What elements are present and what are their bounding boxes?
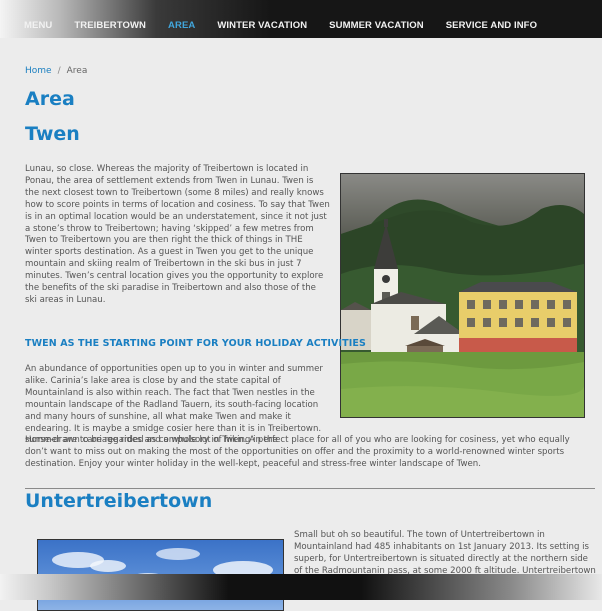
- nav-item-winter-vacation[interactable]: WINTER VACATION: [217, 20, 307, 36]
- church-village-illustration: [341, 174, 584, 417]
- twen-paragraph: Lunau, so close. Whereas the majority of…: [25, 164, 330, 305]
- section-title-untertreibertown: Untertreibertown: [25, 490, 213, 512]
- top-navigation-bar: MENU TREIBERTOWN AREA WINTER VACATION SU…: [0, 0, 602, 38]
- breadcrumb-separator: /: [57, 66, 61, 76]
- nav-item-service-and-info[interactable]: SERVICE AND INFO: [446, 20, 537, 36]
- section-heading-starting-point: TWEN AS THE STARTING POINT FOR YOUR HOLI…: [25, 338, 366, 349]
- section-title-twen: Twen: [25, 123, 80, 145]
- bottom-fade-overlay: [0, 574, 602, 600]
- breadcrumb-current: Area: [66, 66, 88, 76]
- nav-menu: MENU TREIBERTOWN AREA WINTER VACATION SU…: [24, 20, 537, 36]
- section-divider: [25, 488, 595, 489]
- breadcrumb: Home / Area: [25, 66, 87, 76]
- breadcrumb-home-link[interactable]: Home: [25, 66, 52, 76]
- starting-point-paragraph-b: summer are to be regarded as compulsory …: [25, 435, 570, 469]
- church-village-photo: [340, 173, 585, 418]
- nav-item-menu[interactable]: MENU: [24, 20, 52, 36]
- nav-item-treibertown[interactable]: TREIBERTOWN: [74, 20, 146, 36]
- nav-item-summer-vacation[interactable]: SUMMER VACATION: [329, 20, 424, 36]
- page-title: Area: [25, 88, 75, 110]
- nav-item-area[interactable]: AREA: [168, 20, 195, 36]
